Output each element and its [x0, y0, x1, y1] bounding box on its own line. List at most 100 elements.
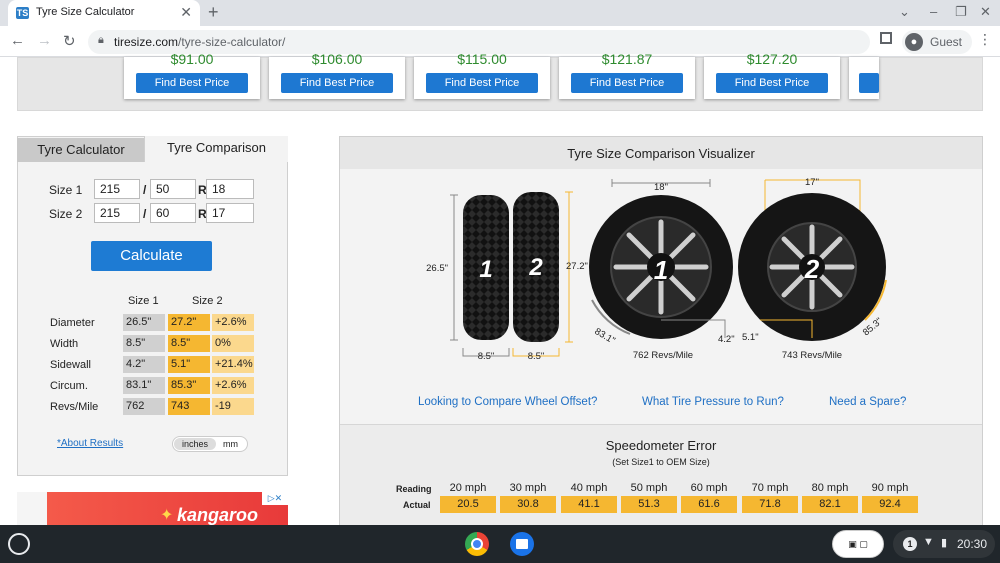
- size2-rim-input[interactable]: 17: [206, 203, 254, 223]
- size1-value: 8.5": [123, 335, 165, 352]
- price-card: $121.87 Find Best Price: [559, 51, 695, 99]
- size1-value: 83.1": [123, 377, 165, 394]
- price-card: $127.20 Find Best Price: [704, 51, 840, 99]
- size1-width-input[interactable]: 215: [94, 179, 140, 199]
- price-text: $121.87: [601, 51, 653, 67]
- size2-width-input[interactable]: 215: [94, 203, 140, 223]
- size1-value: 762: [123, 398, 165, 415]
- row-label: Revs/Mile: [50, 401, 99, 413]
- price-text: $91.00: [170, 51, 214, 67]
- find-best-price-button[interactable]: Find Best Price: [426, 73, 538, 93]
- circ1-label: 83.1": [593, 326, 617, 346]
- size1-label: Size 1: [49, 183, 83, 197]
- reading-value: 80 mph: [811, 482, 849, 494]
- chrome-icon[interactable]: [465, 532, 489, 556]
- tab-tyre-comparison[interactable]: Tyre Comparison: [144, 136, 288, 162]
- price-card-partial: [849, 57, 879, 99]
- tire2-tread-icon: 2: [513, 192, 559, 342]
- reload-icon[interactable]: ↻: [63, 32, 76, 50]
- find-best-price-button[interactable]: Find Best Price: [281, 73, 393, 93]
- ad-close-icon[interactable]: ▷✕: [262, 492, 288, 505]
- phone-hub-icon[interactable]: ▣ ▢: [832, 530, 884, 558]
- need-a-spare-link[interactable]: Need a Spare?: [829, 396, 906, 408]
- profile-label: Guest: [930, 35, 963, 49]
- col-header-size1: Size 1: [128, 295, 159, 307]
- reading-value: 20 mph: [449, 482, 487, 494]
- diff-value: -19: [212, 398, 254, 415]
- side-panel-icon[interactable]: [880, 32, 892, 44]
- avatar-icon: ●: [905, 33, 923, 51]
- dia2-label: 27.2": [566, 261, 588, 272]
- row-label: Sidewall: [50, 359, 91, 371]
- diff-value: +2.6%: [212, 314, 254, 331]
- speedometer-subtitle: (Set Size1 to OEM Size): [612, 457, 710, 467]
- calculate-button[interactable]: Calculate: [91, 241, 212, 271]
- row-label: Width: [50, 338, 79, 350]
- lock-icon: 🔒︎: [98, 34, 104, 46]
- side1-label: 4.2": [718, 334, 735, 345]
- wheel2-icon: 2: [738, 193, 886, 341]
- tab-search-icon[interactable]: ⌄: [899, 4, 910, 20]
- price-text: $127.20: [746, 51, 798, 67]
- row-label: Circum.: [50, 380, 88, 392]
- url-text: tiresize.com/tyre-size-calculator/: [114, 35, 286, 49]
- wheel2-number: 2: [804, 254, 820, 284]
- tab-title: Tyre Size Calculator: [36, 6, 135, 18]
- width1-label: 8.5": [478, 351, 495, 362]
- speedometer-title: Speedometer Error: [605, 438, 717, 453]
- forward-icon[interactable]: →: [37, 32, 52, 49]
- reading-value: 70 mph: [751, 482, 789, 494]
- compare-wheel-offset-link[interactable]: Looking to Compare Wheel Offset?: [418, 396, 597, 408]
- size2-value: 27.2": [168, 314, 210, 331]
- favicon-icon: TS: [16, 7, 29, 19]
- unit-mm[interactable]: mm: [223, 438, 238, 450]
- unit-inches[interactable]: inches: [174, 438, 216, 450]
- size2-ratio-input[interactable]: 60: [150, 203, 196, 223]
- profile-button[interactable]: ● Guest: [902, 30, 972, 54]
- slash: /: [143, 183, 147, 197]
- about-results-link[interactable]: *About Results: [57, 438, 123, 449]
- price-card: $91.00 Find Best Price: [124, 51, 260, 99]
- size2-value: 85.3": [168, 377, 210, 394]
- col-header-size2: Size 2: [192, 295, 223, 307]
- wifi-icon: ▼: [923, 536, 934, 548]
- new-tab-icon[interactable]: +: [208, 2, 219, 23]
- actual-label: Actual: [403, 500, 431, 510]
- revs1-label: 762 Revs/Mile: [633, 350, 693, 361]
- menu-icon[interactable]: ⋮: [978, 31, 992, 48]
- width2-label: 8.5": [528, 351, 545, 362]
- tab-tyre-calculator[interactable]: Tyre Calculator: [17, 138, 145, 162]
- tire1-tread-icon: 1: [463, 195, 509, 340]
- back-icon[interactable]: ←: [10, 32, 25, 49]
- wheel1-number: 1: [654, 255, 668, 285]
- find-best-price-button[interactable]: [859, 73, 879, 93]
- reading-value: 30 mph: [509, 482, 547, 494]
- close-tab-icon[interactable]: ✕: [180, 4, 192, 21]
- price-text: $115.00: [457, 51, 507, 67]
- size2-value: 743: [168, 398, 210, 415]
- find-best-price-button[interactable]: Find Best Price: [571, 73, 683, 93]
- size1-rim-input[interactable]: 18: [206, 179, 254, 199]
- tyre-visualizer: 1 2 26.5" 27.2" 8.5" 8.5" 1 18" 83.1" 4.…: [426, 177, 887, 362]
- clock: 20:30: [957, 537, 988, 551]
- ad-brand-text: kangaroo: [177, 505, 259, 525]
- unit-toggle[interactable]: inches mm: [172, 436, 248, 452]
- browser-tab[interactable]: TS Tyre Size Calculator ✕: [8, 0, 200, 26]
- actual-value: 82.1: [802, 496, 858, 513]
- tire-pressure-link[interactable]: What Tire Pressure to Run?: [642, 396, 784, 408]
- find-best-price-button[interactable]: Find Best Price: [136, 73, 248, 93]
- size1-ratio-input[interactable]: 50: [150, 179, 196, 199]
- minimize-icon[interactable]: –: [930, 4, 937, 19]
- restore-icon[interactable]: ❐: [955, 4, 967, 20]
- files-icon[interactable]: [510, 532, 534, 556]
- status-tray[interactable]: 1 ▼ ▮ 20:30: [893, 530, 995, 558]
- actual-value: 71.8: [742, 496, 798, 513]
- find-best-price-button[interactable]: Find Best Price: [716, 73, 828, 93]
- dia1-label: 26.5": [426, 263, 448, 274]
- reading-value: 50 mph: [630, 482, 668, 494]
- size2-value: 8.5": [168, 335, 210, 352]
- close-window-icon[interactable]: ✕: [980, 4, 991, 20]
- actual-value: 30.8: [500, 496, 556, 513]
- size1-value: 4.2": [123, 356, 165, 373]
- launcher-icon[interactable]: [8, 533, 30, 555]
